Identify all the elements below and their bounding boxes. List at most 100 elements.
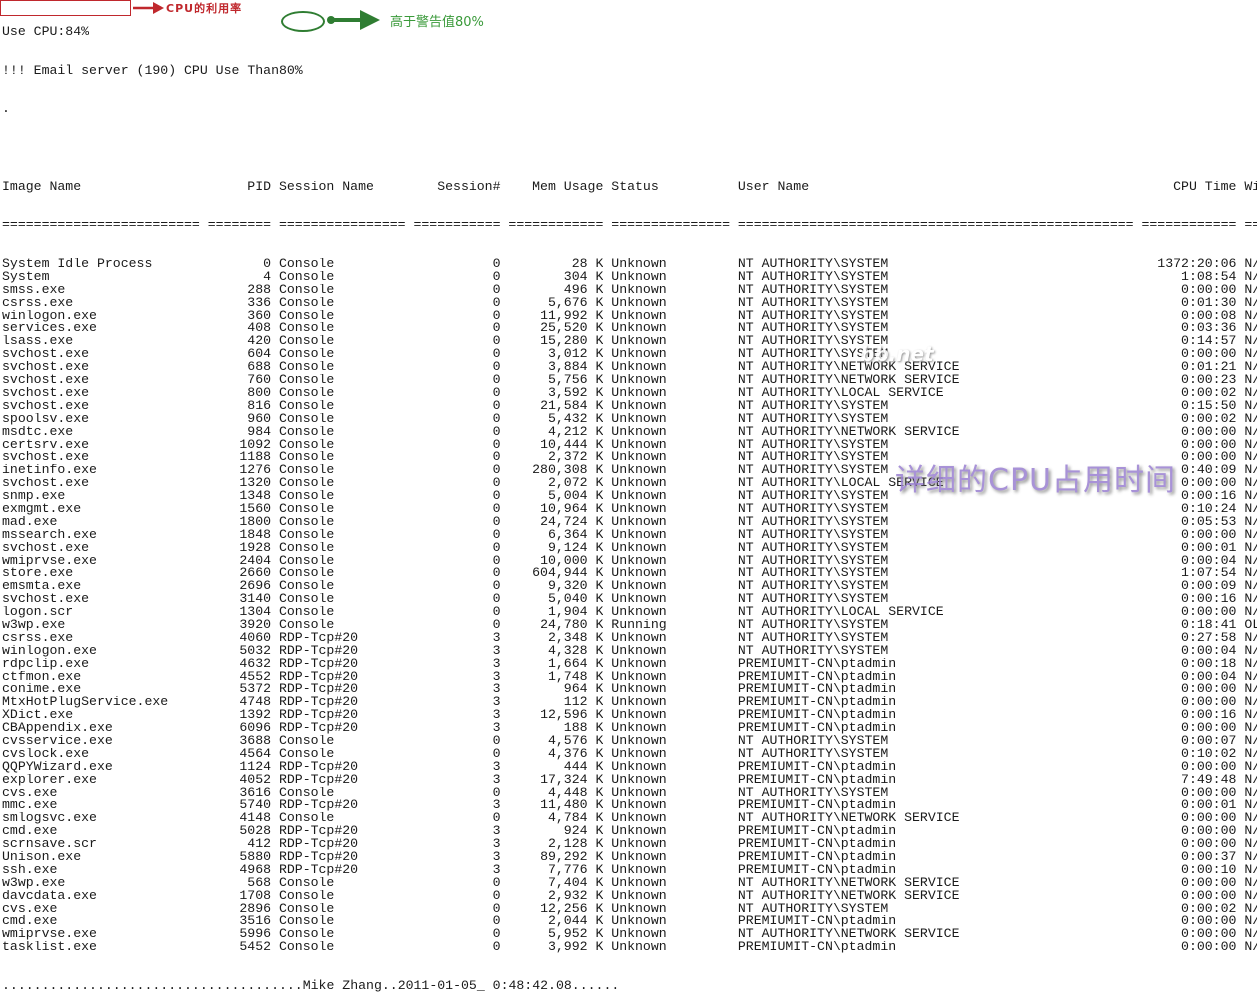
cell-user-name: NT AUTHORITY\SYSTEM <box>737 593 889 607</box>
cell-window-title: N/ <box>1244 786 1257 800</box>
table-row: svchost.exe 800 Console 0 3,592 K Unknown NT A… <box>2 387 1257 400</box>
cell-status: Unknown <box>611 386 667 400</box>
cell-user-name: NT AUTHORITY\SYSTEM <box>737 644 889 658</box>
cell-pid: 5740 <box>239 799 272 813</box>
cell-window-title: N/ <box>1244 812 1257 826</box>
cell-session-name: Console <box>278 902 335 916</box>
cell-pid: 984 <box>247 425 272 439</box>
process-list: System Idle Process 0 Console 0 28 K Unknown N… <box>2 258 1257 954</box>
cell-session-num: 3 <box>492 696 501 710</box>
table-row: lsass.exe 420 Console 0 15,280 K Unknown NT AU… <box>2 335 1257 348</box>
cell-image-name: cvs.exe <box>2 902 58 916</box>
header-session-num: Session# <box>437 180 501 194</box>
cell-pid: 412 <box>247 838 272 852</box>
cell-pid: 4564 <box>239 747 272 761</box>
cell-cpu-time: 0:10:02 <box>1181 747 1237 761</box>
cell-mem-usage: 3,592 K <box>547 386 604 400</box>
cell-window-title: N/ <box>1244 606 1257 619</box>
cell-window-title: N/ <box>1244 412 1257 426</box>
cell-image-name: spoolsv.exe <box>2 412 90 426</box>
cell-status: Unknown <box>611 322 667 336</box>
cell-window-title: N/ <box>1244 734 1257 748</box>
sep-user-name: ========================================… <box>737 219 1134 233</box>
cell-session-num: 0 <box>492 348 501 362</box>
cell-pid: 0 <box>263 258 272 271</box>
cell-user-name: NT AUTHORITY\SYSTEM <box>737 528 889 542</box>
table-row: winlogon.exe 360 Console 0 11,992 K Unknown NT… <box>2 310 1257 323</box>
cell-image-name: cmd.exe <box>2 915 58 929</box>
table-row: MtxHotPlugService.exe 4748 RDP-Tcp#20 3 112 … <box>2 696 1257 709</box>
cell-cpu-time: 0:00:04 <box>1181 554 1237 568</box>
sep-mem-usage: ============ <box>508 219 604 233</box>
cell-pid: 1848 <box>239 528 272 542</box>
cell-user-name: NT AUTHORITY\SYSTEM <box>737 412 889 426</box>
cell-window-title: N/ <box>1244 851 1257 864</box>
header-session-name: Session Name <box>278 180 374 194</box>
cell-user-name: NT AUTHORITY\SYSTEM <box>737 618 889 632</box>
cell-window-title: N/ <box>1244 567 1257 581</box>
cell-mem-usage: 11,992 K <box>540 309 604 323</box>
cell-user-name: NT AUTHORITY\SYSTEM <box>737 554 889 568</box>
cell-window-title: N/ <box>1244 760 1257 774</box>
cell-status: Unknown <box>611 902 667 916</box>
cell-session-name: Console <box>278 786 335 800</box>
cell-cpu-time: 0:01:21 <box>1181 361 1237 375</box>
cell-cpu-time: 0:00:01 <box>1181 799 1237 813</box>
cell-status: Unknown <box>611 747 667 761</box>
cell-status: Unknown <box>611 851 667 864</box>
cell-session-num: 0 <box>492 812 501 826</box>
cell-pid: 4552 <box>239 670 272 684</box>
cell-user-name: NT AUTHORITY\LOCAL SERVICE <box>737 386 944 400</box>
cell-cpu-time: 0:00:01 <box>1181 541 1237 555</box>
cell-pid: 604 <box>247 348 272 362</box>
cell-mem-usage: 10,444 K <box>540 438 604 452</box>
cell-session-name: RDP-Tcp#20 <box>278 670 359 684</box>
cell-session-num: 0 <box>492 502 501 516</box>
cell-status: Unknown <box>611 335 667 349</box>
cell-pid: 4 <box>263 270 272 284</box>
cell-status: Unknown <box>611 477 667 491</box>
cell-session-name: RDP-Tcp#20 <box>278 799 359 813</box>
alert-text: !!! Email server (190) CPU Use Than <box>2 62 279 78</box>
cell-status: Unknown <box>611 657 667 671</box>
cell-status: Unknown <box>611 464 667 478</box>
cell-session-name: Console <box>278 515 335 529</box>
cell-pid: 1092 <box>239 438 272 452</box>
cell-session-name: RDP-Tcp#20 <box>278 851 359 864</box>
cell-window-title: N/ <box>1244 490 1257 503</box>
table-row: ssh.exe 4968 RDP-Tcp#20 3 7,776 K Unknown PREM… <box>2 864 1257 877</box>
cell-image-name: scrnsave.scr <box>2 838 97 852</box>
cell-image-name: lsass.exe <box>2 335 74 349</box>
cell-user-name: NT AUTHORITY\NETWORK SERVICE <box>737 425 960 439</box>
cell-image-name: store.exe <box>2 567 74 581</box>
cell-user-name: PREMIUMIT-CN\ptadmin <box>737 696 897 710</box>
cell-image-name: snmp.exe <box>2 490 66 503</box>
cell-pid: 6096 <box>239 722 272 735</box>
table-row: conime.exe 5372 RDP-Tcp#20 3 964 K Unknown PRE… <box>2 683 1257 696</box>
cell-pid: 5996 <box>239 928 272 942</box>
cell-image-name: davcdata.exe <box>2 889 97 903</box>
cell-mem-usage: 24,724 K <box>540 515 604 529</box>
cell-pid: 4748 <box>239 696 272 710</box>
cell-mem-usage: 3,884 K <box>547 361 604 375</box>
cell-session-name: Console <box>278 941 335 955</box>
cell-session-name: Console <box>278 554 335 568</box>
cell-user-name: NT AUTHORITY\NETWORK SERVICE <box>737 374 960 387</box>
cell-user-name: NT AUTHORITY\SYSTEM <box>737 786 889 800</box>
cell-pid: 5452 <box>239 941 272 955</box>
cell-window-title: N/ <box>1244 386 1257 400</box>
cell-session-name: Console <box>278 361 335 375</box>
cell-pid: 568 <box>247 876 272 890</box>
cell-pid: 360 <box>247 309 272 323</box>
cell-session-num: 0 <box>492 928 501 942</box>
cell-mem-usage: 24,780 K <box>540 618 604 632</box>
cell-user-name: PREMIUMIT-CN\ptadmin <box>737 722 897 735</box>
cell-mem-usage: 2,348 K <box>547 631 604 645</box>
cell-session-name: Console <box>278 335 335 349</box>
cell-mem-usage: 112 K <box>563 696 604 710</box>
cell-window-title: N/ <box>1244 825 1257 839</box>
table-row: System 4 Console 0 304 K Unknown NT AUTHORITY\… <box>2 271 1257 284</box>
cell-window-title: N/ <box>1244 438 1257 452</box>
cell-session-num: 0 <box>492 902 501 916</box>
cell-mem-usage: 4,784 K <box>547 812 604 826</box>
